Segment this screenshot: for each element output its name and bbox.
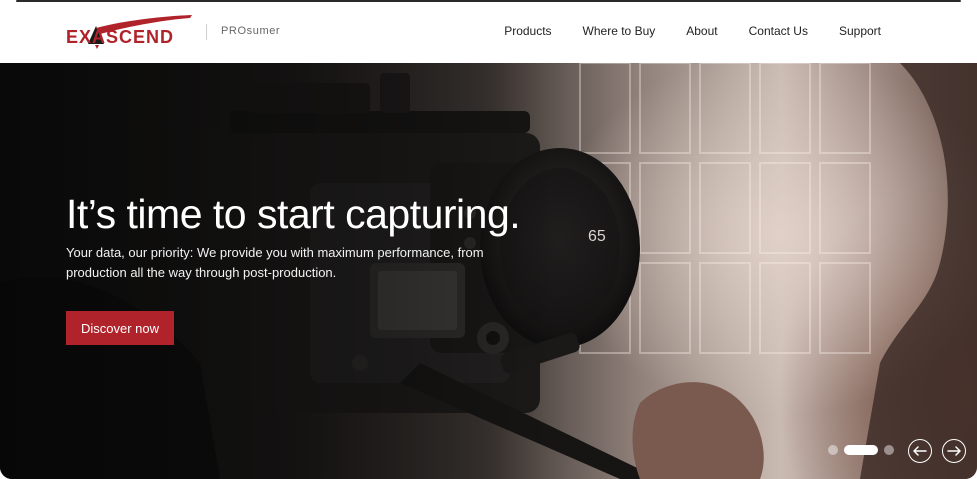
nav-item-about[interactable]: About <box>686 24 717 38</box>
carousel-dot-1[interactable] <box>828 445 838 455</box>
hero-banner: 65 It’s time to start capturing. Your da… <box>0 63 977 479</box>
main-nav: Products Where to Buy About Contact Us S… <box>504 24 881 38</box>
discover-now-button[interactable]: Discover now <box>66 311 174 345</box>
carousel-dot-2-active[interactable] <box>844 445 878 455</box>
carousel-next-button[interactable] <box>942 439 966 463</box>
page: EXASCEND PROsumer Products Where to Buy … <box>0 0 977 479</box>
carousel-pagination <box>828 445 894 455</box>
hero-subtext: Your data, our priority: We provide you … <box>66 245 484 280</box>
hero-headline: It’s time to start capturing. <box>66 191 521 237</box>
nav-item-contact-us[interactable]: Contact Us <box>749 24 808 38</box>
nav-item-support[interactable]: Support <box>839 24 881 38</box>
nav-item-where-to-buy[interactable]: Where to Buy <box>583 24 656 38</box>
arrow-right-icon <box>947 446 961 456</box>
logo-wordmark: EXASCEND <box>66 27 175 47</box>
brand-logo[interactable]: EXASCEND <box>66 14 194 50</box>
carousel-dot-3[interactable] <box>884 445 894 455</box>
site-header: EXASCEND PROsumer Products Where to Buy … <box>0 0 977 63</box>
lens-marking-text: 65 <box>588 228 606 245</box>
arrow-left-icon <box>913 446 927 456</box>
carousel-prev-button[interactable] <box>908 439 932 463</box>
nav-item-products[interactable]: Products <box>504 24 551 38</box>
top-edge-line <box>16 0 961 2</box>
brand-tagline: PROsumer <box>221 25 281 37</box>
header-divider <box>206 24 207 40</box>
